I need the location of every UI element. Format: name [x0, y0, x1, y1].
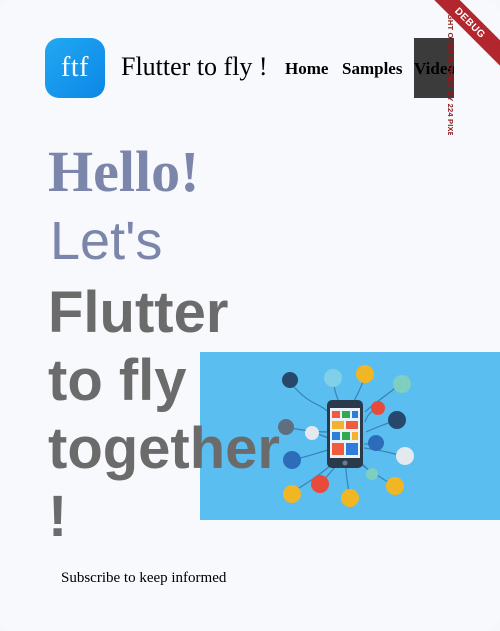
- site-title: Flutter to fly !: [121, 52, 268, 81]
- hero-to-fly: to fly: [48, 348, 187, 413]
- logo[interactable]: ftf: [45, 38, 105, 98]
- logo-text: ftf: [61, 52, 89, 83]
- hero-lets: Let's: [50, 211, 163, 271]
- nav-samples-link[interactable]: Samples: [342, 59, 402, 79]
- hero-hello: Hello!: [48, 139, 200, 204]
- hero-flutter: Flutter: [48, 280, 229, 345]
- overflow-warning-text: RIGHT OVERFLOWED BY 224 PIXELS: [446, 6, 455, 135]
- subscribe-text[interactable]: Subscribe to keep informed: [61, 570, 226, 587]
- hero-together: together: [48, 416, 280, 481]
- app-window: ftf Flutter to fly ! Home Samples Videos…: [0, 0, 500, 631]
- nav-home-link[interactable]: Home: [285, 59, 328, 79]
- hero-exclamation: !: [48, 484, 68, 549]
